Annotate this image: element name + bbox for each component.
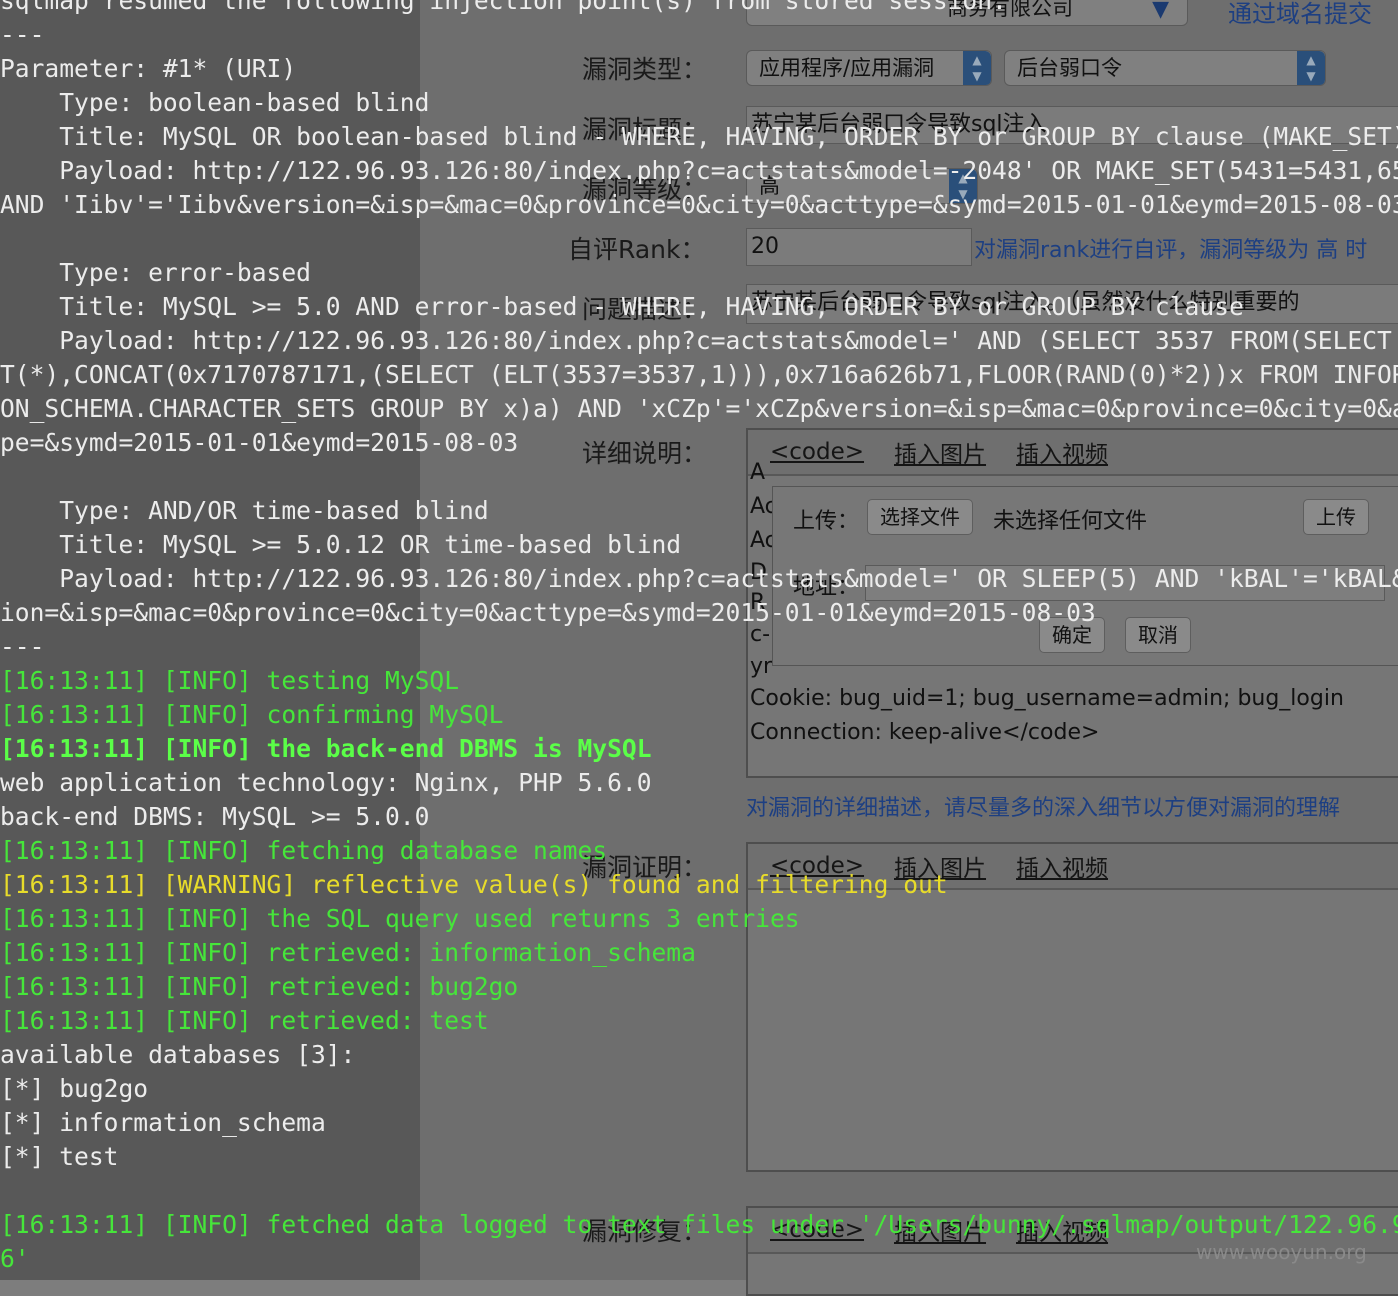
insert-image-button[interactable]: 插入图片 bbox=[894, 1213, 986, 1247]
problem-desc-input[interactable]: 苏宁某后台弱口令导致sql注入。（虽然没什么特别重要的 bbox=[746, 284, 1398, 324]
editor-line: A bbox=[750, 460, 766, 485]
chevron-down-icon: ▼ bbox=[1152, 0, 1169, 22]
vuln-type-select[interactable]: 应用程序/应用漏洞 ▲ ▼ bbox=[746, 50, 992, 86]
self-rank-input[interactable]: 20 bbox=[746, 228, 972, 266]
proof-editor[interactable]: <code> 插入图片 插入视频 bbox=[746, 842, 1398, 1172]
vuln-subtype-select-value: 后台弱口令 bbox=[1017, 56, 1122, 80]
upload-dialog: 上传： 选择文件 未选择任何文件 上传 地址： 确定 取消 bbox=[772, 486, 1398, 666]
insert-image-button[interactable]: 插入图片 bbox=[894, 849, 986, 883]
fix-label: 漏洞修复： bbox=[582, 1217, 708, 1246]
address-label: 地址： bbox=[793, 575, 860, 600]
insert-video-button[interactable]: 插入视频 bbox=[1016, 435, 1108, 469]
cancel-button[interactable]: 取消 bbox=[1125, 617, 1191, 653]
select-arrows-icon: ▲ ▼ bbox=[1297, 51, 1325, 85]
insert-video-button[interactable]: 插入视频 bbox=[1016, 1213, 1108, 1247]
self-rank-label: 自评Rank： bbox=[568, 235, 706, 264]
insert-code-button[interactable]: <code> bbox=[770, 439, 864, 465]
proof-editor-toolbar: <code> 插入图片 插入视频 bbox=[748, 844, 1398, 890]
insert-video-button[interactable]: 插入视频 bbox=[1016, 849, 1108, 883]
upload-button[interactable]: 上传 bbox=[1303, 499, 1369, 535]
upload-label: 上传： bbox=[793, 509, 860, 534]
rank-hint-text: 对漏洞rank进行自评，漏洞等级为 高 时 bbox=[974, 238, 1368, 263]
no-file-text: 未选择任何文件 bbox=[993, 509, 1148, 534]
editor-cookie-line: Cookie: bug_uid=1; bug_username=admin; b… bbox=[750, 686, 1344, 711]
watermark-text: www.wooyun.org bbox=[1196, 1240, 1367, 1264]
vuln-level-select[interactable]: 高 ▲ ▼ bbox=[746, 168, 978, 204]
company-select[interactable]: 商务有限公司 ▼ bbox=[746, 0, 1188, 26]
left-panel-background bbox=[0, 0, 420, 1280]
editor-line: D bbox=[750, 560, 767, 585]
select-arrows-icon: ▲ ▼ bbox=[963, 51, 991, 85]
vuln-type-select-value: 应用程序/应用漏洞 bbox=[759, 56, 935, 80]
detail-label: 详细说明： bbox=[582, 439, 708, 468]
insert-image-button[interactable]: 插入图片 bbox=[894, 435, 986, 469]
detail-hint-text: 对漏洞的详细描述，请尽量多的深入细节以方便对漏洞的理解 bbox=[746, 796, 1341, 821]
insert-code-button[interactable]: <code> bbox=[770, 1217, 864, 1243]
vuln-title-input[interactable]: 苏宁某后台弱口令导致sql注入 bbox=[746, 106, 1398, 144]
detail-editor-toolbar: <code> 插入图片 插入视频 bbox=[748, 430, 1398, 476]
problem-desc-label: 问题描述： bbox=[582, 295, 708, 324]
insert-code-button[interactable]: <code> bbox=[770, 853, 864, 879]
vuln-level-label: 漏洞等级： bbox=[582, 175, 708, 204]
editor-line: R bbox=[750, 590, 766, 615]
proof-label: 漏洞证明： bbox=[582, 853, 708, 882]
select-arrows-icon: ▲ ▼ bbox=[949, 169, 977, 203]
company-select-value: 商务有限公司 bbox=[947, 0, 1073, 20]
editor-line: yr bbox=[750, 654, 773, 679]
address-input[interactable] bbox=[865, 565, 1385, 601]
vuln-type-label: 漏洞类型： bbox=[582, 55, 708, 84]
submit-by-domain-link[interactable]: 通过域名提交 bbox=[1228, 0, 1372, 29]
vuln-level-select-value: 高 bbox=[759, 174, 780, 198]
vuln-title-label: 漏洞标题： bbox=[582, 115, 708, 144]
editor-connection-line: Connection: keep-alive</code> bbox=[750, 720, 1100, 745]
confirm-button[interactable]: 确定 bbox=[1039, 617, 1105, 653]
editor-line: c- bbox=[750, 622, 771, 647]
choose-file-button[interactable]: 选择文件 bbox=[867, 499, 973, 535]
vulnerability-submit-form: 商务有限公司 ▼ 通过域名提交 漏洞类型： 应用程序/应用漏洞 ▲ ▼ 后台弱口令… bbox=[0, 0, 1398, 1296]
vuln-subtype-select[interactable]: 后台弱口令 ▲ ▼ bbox=[1004, 50, 1326, 86]
